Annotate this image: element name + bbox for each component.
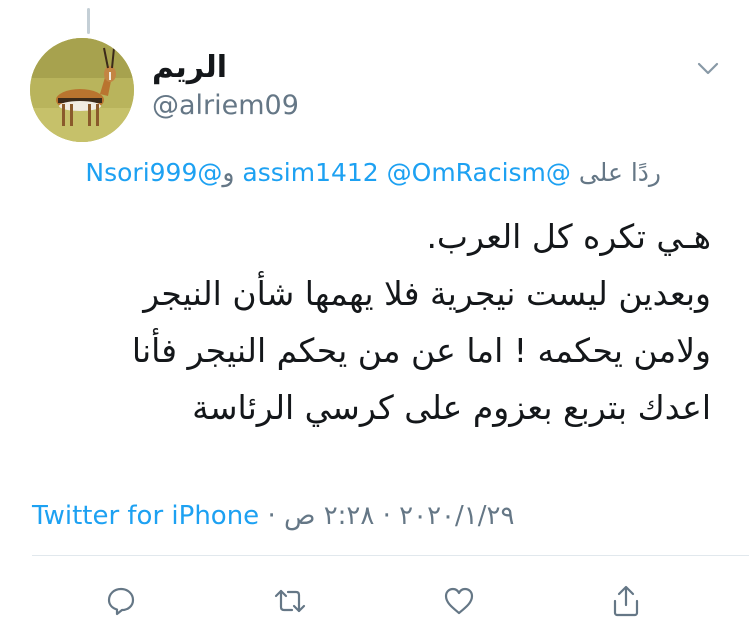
reply-prefix: ردًا على <box>578 158 661 187</box>
chevron-down-icon[interactable] <box>690 54 726 84</box>
retweet-icon[interactable] <box>268 580 312 622</box>
meta-separator: · <box>374 501 400 531</box>
mention-link[interactable]: @Nsori999 <box>85 158 222 187</box>
meta-separator: · <box>259 501 284 531</box>
tweet-text-line: وبعدين ليست نيجرية فلا يهمها شأن النيجر <box>143 274 711 313</box>
thread-connector-line <box>87 8 90 34</box>
user-handle[interactable]: @alriem09 <box>152 88 299 124</box>
gazelle-avatar-image <box>30 38 134 142</box>
tweet-text-line: اعدك بتربع بعزوم على كرسي الرئاسة <box>192 388 711 427</box>
source-link[interactable]: Twitter for iPhone <box>32 501 259 531</box>
tweet-date: ٢٠٢٠/١/٢٩ <box>399 501 515 531</box>
action-bar <box>0 580 749 622</box>
mention-link[interactable]: @OmRacism <box>387 158 546 187</box>
reply-icon[interactable] <box>99 580 143 622</box>
tweet-meta: Twitter for iPhone · ٢٠٢٠/١/٢٩ · ٢:٢٨ ص <box>32 498 514 534</box>
avatar[interactable] <box>30 38 134 142</box>
tweet-text-line: هـي تكره كل العرب. <box>426 217 711 256</box>
tweet-time: ٢:٢٨ ص <box>283 501 375 531</box>
display-name[interactable]: الريم <box>152 48 227 88</box>
divider <box>32 555 749 556</box>
reply-conjunction: و <box>222 158 235 187</box>
tweet-text-line: ولامن يحكمه ! اما عن من يحكم النيجر فأنا <box>131 331 711 370</box>
heart-icon[interactable] <box>437 580 481 622</box>
share-icon[interactable] <box>604 580 648 622</box>
tweet-text: هـي تكره كل العرب. وبعدين ليست نيجرية فل… <box>31 208 711 436</box>
replying-to-line: ردًا على @assim1412 @OmRacism و@Nsori999 <box>21 155 661 191</box>
